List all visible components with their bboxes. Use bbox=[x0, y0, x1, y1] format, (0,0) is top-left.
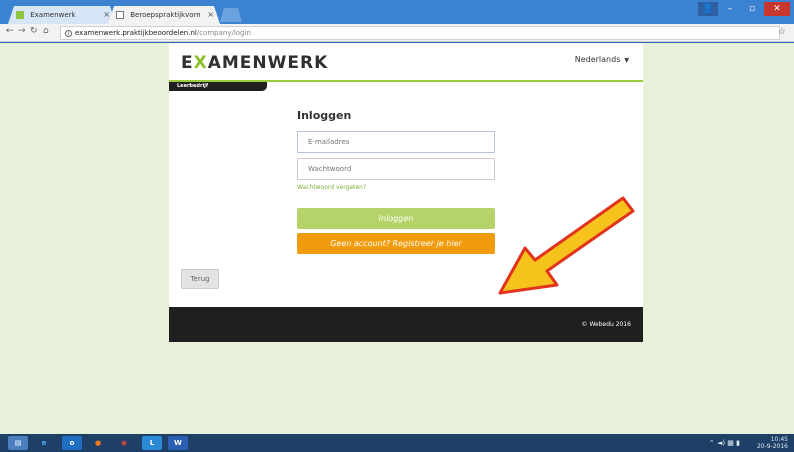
url-input[interactable]: i examenwerk.praktijkbeoordelen.nl/compan… bbox=[60, 26, 780, 40]
forgot-password-link[interactable]: Wachtwoord vergeten? bbox=[297, 184, 366, 191]
browser-titlebar: Examenwerk × Beroepspraktijkvorming × 👤 … bbox=[0, 0, 794, 24]
clock-date: 20-9-2016 bbox=[756, 443, 788, 450]
lync-icon[interactable]: L bbox=[142, 436, 162, 450]
taskbar-clock[interactable]: 10:45 20-9-2016 bbox=[757, 436, 788, 450]
window-controls: 👤 – ▫ ✕ bbox=[698, 2, 790, 16]
chrome-icon[interactable]: ◉ bbox=[114, 436, 134, 450]
close-window-button[interactable]: ✕ bbox=[764, 2, 790, 16]
logo-part: AMENWERK bbox=[207, 53, 329, 73]
internet-explorer-icon[interactable]: e bbox=[34, 436, 54, 450]
windows-taskbar: ▤ e o ● ◉ L W ⌃ ◄) ▦ ▮ 10:45 20-9-2016 bbox=[0, 434, 794, 452]
logo-x: X bbox=[193, 53, 208, 73]
forward-arrow-icon[interactable]: → bbox=[18, 26, 26, 36]
system-tray-icons[interactable]: ⌃ ◄) ▦ ▮ bbox=[709, 439, 740, 447]
new-tab-button[interactable] bbox=[220, 8, 242, 22]
url-path: /company/login bbox=[196, 29, 251, 37]
word-icon[interactable]: W bbox=[168, 436, 188, 450]
caret-down-icon: ▼ bbox=[624, 57, 629, 64]
reload-icon[interactable]: ↻ bbox=[30, 26, 38, 36]
password-field[interactable] bbox=[297, 158, 495, 180]
outlook-icon[interactable]: o bbox=[62, 436, 82, 450]
annotation-arrow-icon bbox=[498, 196, 635, 295]
login-button[interactable]: Inloggen bbox=[297, 208, 495, 229]
email-field[interactable] bbox=[297, 131, 495, 153]
leerbedrijf-badge: Leerbedrijf bbox=[169, 82, 267, 91]
logo-part: E bbox=[181, 53, 194, 73]
language-dropdown[interactable]: Nederlands ▼ bbox=[575, 55, 629, 64]
url-host: examenwerk.praktijkbeoordelen.nl bbox=[75, 29, 197, 37]
tab-beroepspraktijkvorming[interactable]: Beroepspraktijkvorming × bbox=[108, 6, 220, 24]
page-footer: © Webedu 2016 bbox=[169, 307, 643, 342]
register-button[interactable]: Geen account? Registreer je hier bbox=[297, 233, 495, 254]
maximize-button[interactable]: ▫ bbox=[742, 2, 762, 16]
page-viewport: EXAMENWERK Nederlands ▼ Leerbedrijf Inlog… bbox=[0, 43, 794, 434]
examenwerk-favicon-icon bbox=[16, 11, 24, 19]
tab-close-icon[interactable]: × bbox=[207, 6, 214, 24]
login-heading: Inloggen bbox=[297, 109, 352, 122]
tab-title: Examenwerk bbox=[30, 11, 76, 19]
user-profile-icon[interactable]: 👤 bbox=[698, 2, 718, 16]
file-explorer-icon[interactable]: ▤ bbox=[8, 436, 28, 450]
firefox-icon[interactable]: ● bbox=[88, 436, 108, 450]
bookmark-star-icon[interactable]: ☆ bbox=[778, 27, 786, 37]
back-button[interactable]: Terug bbox=[181, 269, 219, 289]
tab-title: Beroepspraktijkvorming bbox=[130, 11, 201, 19]
info-icon[interactable]: i bbox=[65, 29, 72, 37]
copyright-text: © Webedu 2016 bbox=[581, 321, 631, 328]
examenwerk-logo[interactable]: EXAMENWERK bbox=[181, 53, 328, 73]
home-icon[interactable]: ⌂ bbox=[43, 26, 49, 36]
tab-examenwerk[interactable]: Examenwerk × bbox=[8, 6, 116, 24]
arrow-shape bbox=[498, 196, 635, 295]
language-label: Nederlands bbox=[574, 55, 621, 64]
address-bar: ← → ↻ ⌂ i examenwerk.praktijkbeoordelen.n… bbox=[0, 24, 794, 42]
clock-time: 10:45 bbox=[770, 436, 788, 443]
back-arrow-icon[interactable]: ← bbox=[6, 26, 14, 36]
minimize-button[interactable]: – bbox=[720, 2, 740, 16]
document-favicon-icon bbox=[116, 11, 124, 19]
